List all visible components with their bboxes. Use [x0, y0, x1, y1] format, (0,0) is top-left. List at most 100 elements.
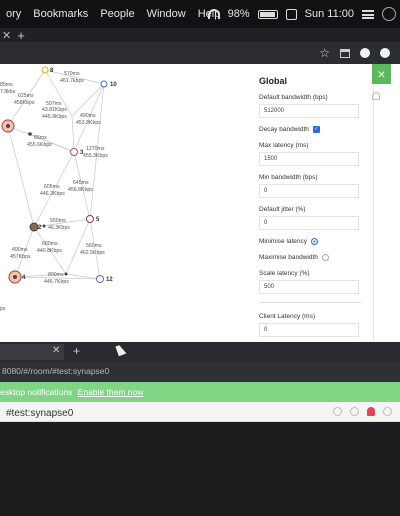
edge-label: 461.7kbps — [60, 78, 84, 84]
default-bandwidth-input[interactable]: 512000 — [259, 104, 359, 118]
edge-label: 446.3Kbps — [40, 191, 65, 197]
desktop-background — [0, 422, 400, 516]
edge-label: 453.9Kbps — [76, 120, 101, 126]
menu-icon[interactable] — [380, 48, 390, 58]
notification-banner: esktop notifications Enable them now — [0, 382, 400, 402]
edge-label: 800ms — [48, 272, 64, 278]
edge-label: 440.8Kbps — [37, 248, 62, 254]
address-bar[interactable]: 8080/#/room/#test:synapse0 — [0, 362, 400, 382]
scale-latency-label: Scale latency (%) — [259, 270, 310, 277]
menu-window[interactable]: Window — [141, 8, 192, 20]
edge-label: 1270ms — [86, 146, 105, 152]
edge-label: 462.5Kbps — [80, 250, 105, 256]
edge-label: 490ms — [80, 113, 96, 119]
mac-menu-bar: ory Bookmarks People Window Help 98% Sun… — [0, 0, 400, 28]
address-bar-url[interactable]: 8080/#/room/#test:synapse0 — [2, 366, 109, 376]
node-label-10: 10 — [110, 82, 117, 88]
maximise-bandwidth-label: Maximise bandwidth — [259, 254, 318, 261]
client-latency-input[interactable]: 0 — [259, 323, 359, 337]
bell-icon[interactable] — [372, 92, 380, 100]
edge-label: 7.8kbs — [0, 89, 16, 95]
edge-label: 680ms — [42, 241, 58, 247]
profile-icon[interactable] — [360, 48, 370, 58]
divider — [259, 302, 361, 303]
node-4-core — [13, 275, 17, 279]
tab-close-icon[interactable]: ✕ — [2, 29, 11, 42]
edge-label: 605ms — [44, 184, 60, 190]
edge-label: 455.3Kbps — [83, 153, 108, 159]
node-label-5: 5 — [96, 217, 100, 223]
network-sim-page: 85ms 7.8kbs 625ms 458Kbps 570ms 461.7kbp… — [0, 64, 373, 342]
room-header-icons — [333, 407, 392, 416]
edge-label: 445.9Kbps — [42, 114, 67, 120]
edge-label: 457Kbps — [10, 254, 31, 260]
search-icon[interactable] — [383, 407, 392, 416]
default-jitter-label: Default jitter (%) — [259, 206, 306, 213]
extension-icon[interactable] — [340, 48, 350, 58]
node-2[interactable] — [29, 222, 39, 232]
siri-icon[interactable] — [382, 7, 396, 21]
edge-label: 490ms — [12, 247, 28, 253]
minimise-latency-row[interactable]: Minimise latency — [259, 238, 360, 245]
new-tab-button[interactable]: + — [17, 28, 25, 43]
notification-center-icon[interactable] — [362, 9, 374, 19]
top-toolbar: ☆ — [0, 42, 400, 64]
wifi-icon[interactable] — [207, 9, 220, 19]
edge-label: 625ms — [18, 93, 34, 99]
menu-bookmarks[interactable]: Bookmarks — [27, 8, 94, 20]
scale-latency-input[interactable]: 500 — [259, 280, 359, 294]
room-name[interactable]: #test:synapse0 — [6, 408, 73, 419]
default-jitter-input[interactable]: 0 — [259, 216, 359, 230]
min-bandwidth-input[interactable]: 0 — [259, 184, 359, 198]
network-graph[interactable]: 85ms 7.8kbs 625ms 458Kbps 570ms 461.7kbp… — [0, 64, 245, 342]
node-dot[interactable] — [64, 272, 68, 276]
clock[interactable]: Sun 11:00 — [305, 8, 354, 20]
decay-bandwidth-row: Decay bandwidth ✓ — [259, 126, 360, 133]
enable-notifications-link[interactable]: Enable them now — [78, 387, 144, 397]
edge-label: 455.6Kbps — [27, 142, 52, 148]
max-latency-input[interactable]: 1500 — [259, 152, 359, 166]
max-latency-label: Max latency (ms) — [259, 142, 309, 149]
menu-people[interactable]: People — [94, 8, 140, 20]
node-client-1-core — [6, 124, 10, 128]
edge-label: ps — [0, 306, 6, 312]
menu-history[interactable]: ory — [0, 8, 27, 20]
battery-icon[interactable] — [257, 9, 278, 19]
minimise-latency-radio[interactable] — [311, 238, 319, 245]
node-5[interactable] — [86, 215, 94, 223]
new-tab-button[interactable]: + — [73, 344, 80, 358]
network-graph-svg[interactable]: 85ms 7.8kbs 625ms 458Kbps 570ms 461.7kbp… — [0, 64, 245, 342]
panel-title: Global — [259, 76, 288, 86]
edge-label: 456.8Kbps — [68, 187, 93, 193]
maximise-bandwidth-row[interactable]: Maximise bandwidth — [259, 254, 360, 261]
maximise-bandwidth-radio[interactable] — [321, 254, 329, 261]
notification-bell-icon[interactable] — [367, 407, 375, 416]
notification-text: esktop notifications — [0, 387, 73, 397]
node-3[interactable] — [70, 148, 78, 156]
edge-label: 645ms — [73, 180, 89, 186]
battery-percent: 98% — [227, 8, 250, 20]
node-12[interactable] — [96, 275, 104, 283]
edge-label: 446.7Kbps — [44, 279, 69, 285]
node-label-12: 12 — [106, 277, 113, 283]
close-panel-button[interactable]: × — [372, 64, 391, 84]
settings-icon[interactable] — [333, 407, 342, 416]
airplay-icon[interactable] — [285, 8, 297, 20]
client-latency-label: Client Latency (ms) — [259, 313, 315, 320]
edge-label: 65ms — [34, 135, 47, 141]
edge-label: 46.3Kbps — [48, 225, 70, 231]
bookmark-star-icon[interactable]: ☆ — [319, 46, 330, 60]
node-10[interactable] — [100, 80, 108, 88]
node-dot[interactable] — [42, 224, 46, 228]
top-tab-strip: ✕ + — [0, 28, 400, 43]
edge-label: 85ms — [0, 82, 13, 88]
room-header: #test:synapse0 — [0, 402, 400, 422]
edge-label: 560ms — [86, 243, 102, 249]
node-dot[interactable] — [28, 132, 32, 136]
decay-bandwidth-checkbox[interactable]: ✓ — [312, 126, 320, 133]
edge-label: 43.81Kbps — [42, 107, 67, 113]
node-8[interactable] — [41, 66, 49, 74]
node-label-4: 4 — [22, 275, 26, 281]
tab-close-icon[interactable]: ✕ — [52, 345, 60, 356]
share-icon[interactable] — [350, 407, 359, 416]
